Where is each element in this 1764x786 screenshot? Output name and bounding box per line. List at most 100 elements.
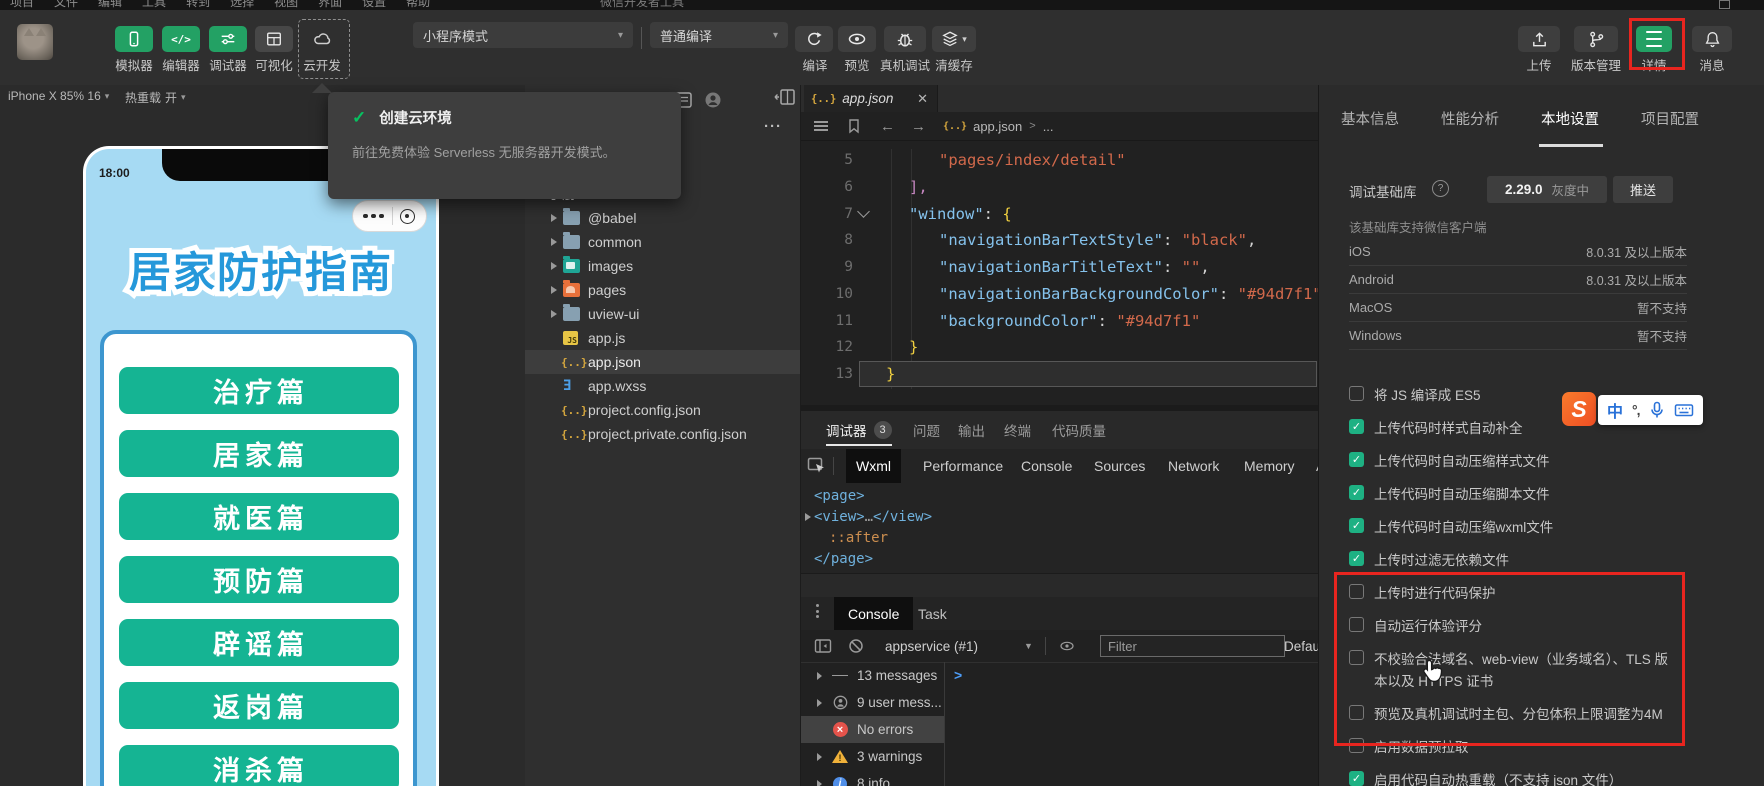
checkbox-checked[interactable]: ✓: [1349, 551, 1364, 566]
checkbox-checked[interactable]: ✓: [1349, 452, 1364, 467]
filter-input[interactable]: [1100, 635, 1285, 657]
checkbox-checked[interactable]: ✓: [1349, 518, 1364, 533]
tree-item-project-config-json[interactable]: {..}project.config.json: [525, 398, 800, 422]
code-editor[interactable]: 5"pages/index/detail"6],7"window": {8"na…: [801, 147, 1319, 405]
back-icon[interactable]: ←: [880, 118, 895, 135]
expand-arrow-icon[interactable]: [805, 513, 811, 521]
wxml-line[interactable]: </page>: [814, 548, 873, 569]
option-上传代码时自[interactable]: ✓上传代码时自动压缩wxml文件: [1349, 517, 1689, 550]
mini-menu-button[interactable]: 辟谣篇: [119, 619, 399, 666]
mini-menu-button[interactable]: 居家篇: [119, 430, 399, 477]
wxml-line[interactable]: <view>…</view>: [805, 506, 932, 527]
menu-item[interactable]: 工具: [142, 0, 166, 10]
inspect-icon[interactable]: [807, 457, 827, 475]
maximize-button[interactable]: [1719, 0, 1730, 9]
close-icon[interactable]: ✕: [917, 91, 928, 107]
cloud-dev-button[interactable]: [303, 26, 341, 52]
code-line-6[interactable]: 6],: [801, 174, 1319, 201]
preview-button[interactable]: [838, 26, 876, 52]
ime-punctuation[interactable]: °,: [1632, 402, 1640, 418]
console-tab-console[interactable]: Console: [834, 597, 913, 630]
tree-item--babel[interactable]: @babel: [525, 206, 800, 230]
menu-item[interactable]: 界面: [318, 0, 342, 10]
checkbox-unchecked[interactable]: [1349, 386, 1364, 401]
menu-item[interactable]: 项目: [10, 0, 34, 10]
close-target-icon[interactable]: [400, 209, 415, 224]
tab-性能分析[interactable]: 性能分析: [1441, 108, 1499, 129]
sogou-logo[interactable]: S: [1562, 392, 1596, 426]
tree-item-uview-ui[interactable]: uview-ui: [525, 302, 800, 326]
panel-tab-问题[interactable]: 问题: [913, 411, 940, 449]
breadcrumb-file[interactable]: app.json: [973, 119, 1022, 134]
mini-menu-button[interactable]: 返岗篇: [119, 682, 399, 729]
console-tab-task[interactable]: Task: [904, 597, 961, 630]
levels-select[interactable]: Default levels: [1284, 639, 1318, 654]
version-control-button[interactable]: [1574, 26, 1618, 52]
code-line-5[interactable]: 5"pages/index/detail": [801, 147, 1319, 174]
simulator-button[interactable]: [115, 26, 153, 52]
checkbox-checked[interactable]: ✓: [1349, 771, 1364, 786]
wechat-capsule[interactable]: [352, 200, 427, 232]
console-filter-8-info[interactable]: i8 info: [801, 770, 944, 786]
clear-console-icon[interactable]: [848, 638, 864, 654]
console-filter-13-messages[interactable]: 13 messages: [801, 662, 944, 689]
console-prompt[interactable]: >: [954, 667, 962, 683]
menu-item[interactable]: 视图: [274, 0, 298, 10]
context-select[interactable]: appservice (#1): [885, 639, 978, 654]
devtools-tab-network[interactable]: Network: [1158, 449, 1229, 483]
code-line-12[interactable]: 12}: [801, 334, 1319, 361]
help-icon[interactable]: ?: [1432, 180, 1449, 197]
menu-item[interactable]: 文件: [54, 0, 78, 10]
outline-icon[interactable]: [814, 119, 828, 134]
debugger-button[interactable]: [209, 26, 247, 52]
push-button[interactable]: 推送: [1613, 176, 1673, 203]
breadcrumb-more[interactable]: ...: [1043, 119, 1054, 134]
menu-item[interactable]: 选择: [230, 0, 254, 10]
panel-tab-代码质量[interactable]: 代码质量: [1052, 411, 1106, 449]
sidebar-toggle-icon[interactable]: [814, 638, 832, 654]
more-icon[interactable]: [363, 214, 384, 219]
tab-app-json[interactable]: {..} app.json ✕: [804, 85, 938, 112]
menu-item[interactable]: 编辑: [98, 0, 122, 10]
tree-item-project-private-config-json[interactable]: {..}project.private.config.json: [525, 422, 800, 446]
console-filter-3-warnings[interactable]: !3 warnings: [801, 743, 944, 770]
mini-menu-button[interactable]: 预防篇: [119, 556, 399, 603]
menu-item[interactable]: 帮助: [406, 0, 430, 10]
tree-item-app-js[interactable]: JSapp.js: [525, 326, 800, 350]
tree-item-images[interactable]: images: [525, 254, 800, 278]
mini-menu-button[interactable]: 消杀篇: [119, 745, 399, 786]
tree-item-app-wxss[interactable]: Eapp.wxss: [525, 374, 800, 398]
panel-tab-终端[interactable]: 终端: [1004, 411, 1031, 449]
console-filter-no-errors[interactable]: ×No errors: [801, 716, 944, 743]
tree-item-common[interactable]: common: [525, 230, 800, 254]
menu-item[interactable]: 转到: [186, 0, 210, 10]
checkbox-checked[interactable]: ✓: [1349, 419, 1364, 434]
editor-button[interactable]: </>: [162, 26, 200, 52]
tree-item-pages[interactable]: pages: [525, 278, 800, 302]
tab-基本信息[interactable]: 基本信息: [1341, 108, 1399, 129]
avatar[interactable]: [17, 24, 53, 60]
base-library-version-select[interactable]: 2.29.0 灰度中: [1487, 176, 1607, 203]
code-line-9[interactable]: 9"navigationBarTitleText": "",: [801, 254, 1319, 281]
wxml-line[interactable]: <page>: [814, 485, 865, 506]
code-line-7[interactable]: 7"window": {: [801, 200, 1319, 227]
keyboard-icon[interactable]: [1674, 402, 1694, 418]
option-启用代码自动[interactable]: ✓启用代码自动热重载（不支持 json 文件）: [1349, 770, 1689, 786]
tab-项目配置[interactable]: 项目配置: [1641, 108, 1699, 129]
option-上传代码时自[interactable]: ✓上传代码时自动压缩脚本文件: [1349, 484, 1689, 517]
console-filter-9-user-mess-[interactable]: 9 user mess...: [801, 689, 944, 716]
checkbox-checked[interactable]: ✓: [1349, 485, 1364, 500]
devtools-tab-performance[interactable]: Performance: [913, 449, 1013, 483]
wxml-line[interactable]: ::after: [829, 527, 888, 548]
code-line-10[interactable]: 10"navigationBarBackgroundColor": "#94d7…: [801, 281, 1319, 308]
devtools-tab-memory[interactable]: Memory: [1234, 449, 1305, 483]
upload-button[interactable]: [1518, 26, 1560, 52]
clear-cache-button[interactable]: ▾: [932, 26, 976, 52]
splitter-band[interactable]: [801, 573, 1319, 599]
visualize-button[interactable]: [255, 26, 293, 52]
mode-select[interactable]: 小程序模式▾: [413, 22, 633, 48]
wxml-tree[interactable]: <page><view>…</view>::after</page>: [801, 483, 1319, 579]
compile-mode-select[interactable]: 普通编译▾: [650, 22, 788, 48]
profile-icon[interactable]: [702, 90, 724, 110]
tree-item-app-json[interactable]: {..}app.json: [525, 350, 800, 374]
